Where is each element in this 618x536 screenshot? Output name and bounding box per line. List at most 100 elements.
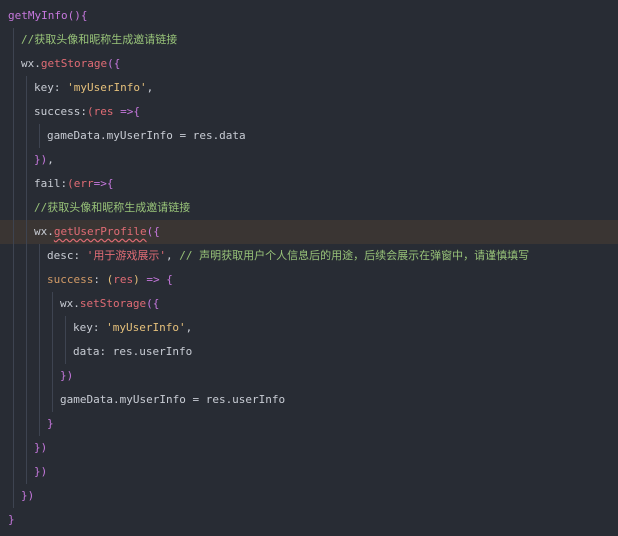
- indent-guide: [26, 124, 27, 148]
- code-line[interactable]: wx.getStorage({: [0, 52, 618, 76]
- indent-guide: [39, 316, 40, 340]
- code-token: fail: [34, 177, 61, 190]
- code-token: .: [34, 57, 41, 70]
- code-token: (res: [86, 105, 114, 118]
- code-line[interactable]: fail:(err=>{: [0, 172, 618, 196]
- code-line[interactable]: key: 'myUserInfo',: [0, 76, 618, 100]
- code-line[interactable]: }: [0, 412, 618, 436]
- code-text: desc: '用于游戏展示', // 声明获取用户个人信息后的用途，后续会展示在…: [47, 244, 529, 268]
- code-token: }: [8, 513, 15, 526]
- indent-guide: [39, 388, 40, 412]
- code-token: 'myUserInfo': [106, 321, 186, 334]
- code-token: getStorage: [40, 57, 108, 70]
- code-token: {: [166, 273, 173, 286]
- indent-guide: [13, 436, 14, 460]
- indent-guide: [13, 52, 14, 76]
- indent-guide: [13, 124, 14, 148]
- code-line[interactable]: wx.getUserProfile({: [0, 220, 618, 244]
- code-token: //获取头像和昵称生成邀请链接: [21, 33, 178, 46]
- indent-guide: [52, 292, 53, 316]
- code-token: .: [73, 297, 80, 310]
- code-token: }): [21, 489, 35, 502]
- indent-guide: [26, 316, 27, 340]
- indent-guide: [26, 364, 27, 388]
- code-line[interactable]: desc: '用于游戏展示', // 声明获取用户个人信息后的用途，后续会展示在…: [0, 244, 618, 268]
- indent-guide: [13, 316, 14, 340]
- code-line[interactable]: gameData.myUserInfo = res.data: [0, 124, 618, 148]
- code-token: setStorage: [79, 297, 147, 310]
- code-token: key: [34, 81, 54, 94]
- code-token: ,: [146, 81, 154, 94]
- code-line[interactable]: getMyInfo(){: [0, 4, 618, 28]
- indent-guide: [13, 292, 14, 316]
- code-text: }): [60, 364, 73, 388]
- indent-guide: [39, 268, 40, 292]
- code-text: }): [34, 436, 47, 460]
- code-text: success:(res =>{: [34, 100, 140, 124]
- code-token: '用于游戏展示': [86, 249, 166, 262]
- code-line[interactable]: }): [0, 460, 618, 484]
- code-token: 'myUserInfo': [67, 81, 147, 94]
- code-token: : res.userInfo: [99, 345, 193, 358]
- indent-guide: [26, 436, 27, 460]
- code-token: //获取头像和昵称生成邀请链接: [34, 201, 191, 214]
- code-token: ): [133, 273, 140, 286]
- code-line[interactable]: }: [0, 508, 618, 532]
- code-token: success: [47, 273, 94, 286]
- code-token: :: [93, 273, 107, 286]
- code-line[interactable]: success:(res =>{: [0, 100, 618, 124]
- code-line[interactable]: data: res.userInfo: [0, 340, 618, 364]
- code-text: fail:(err=>{: [34, 172, 114, 196]
- indent-guide: [65, 316, 66, 340]
- code-token: =>: [120, 105, 134, 118]
- code-line[interactable]: }),: [0, 148, 618, 172]
- indent-guide: [13, 100, 14, 124]
- code-text: getMyInfo(){: [8, 4, 87, 28]
- code-token: gameData.myUserInfo = res.data: [47, 129, 246, 142]
- code-token: }: [47, 417, 54, 430]
- code-text: wx.setStorage({: [60, 292, 159, 316]
- code-text: wx.getStorage({: [21, 52, 120, 76]
- code-text: }: [47, 412, 54, 436]
- indent-guide: [13, 484, 14, 508]
- indent-guide: [26, 460, 27, 484]
- code-token: ,: [166, 249, 180, 262]
- indent-guide: [26, 388, 27, 412]
- code-token: wx: [34, 225, 48, 238]
- code-line[interactable]: key: 'myUserInfo',: [0, 316, 618, 340]
- code-line[interactable]: wx.setStorage({: [0, 292, 618, 316]
- indent-guide: [26, 292, 27, 316]
- code-token: getUserProfile: [53, 225, 147, 238]
- indent-guide: [13, 364, 14, 388]
- code-text: gameData.myUserInfo = res.userInfo: [60, 388, 285, 412]
- indent-guide: [52, 364, 53, 388]
- code-token: ({: [107, 57, 121, 70]
- code-token: :: [53, 81, 68, 94]
- indent-guide: [52, 316, 53, 340]
- code-token: .: [47, 225, 54, 238]
- code-line[interactable]: }): [0, 436, 618, 460]
- code-line[interactable]: gameData.myUserInfo = res.userInfo: [0, 388, 618, 412]
- code-editor[interactable]: getMyInfo(){//获取头像和昵称生成邀请链接 wx.getStorage…: [0, 0, 618, 536]
- code-text: success: (res) => {: [47, 268, 173, 292]
- code-line[interactable]: //获取头像和昵称生成邀请链接: [0, 28, 618, 52]
- code-token: =>: [93, 177, 107, 190]
- code-line[interactable]: }): [0, 484, 618, 508]
- code-text: data: res.userInfo: [73, 340, 192, 364]
- indent-guide: [26, 268, 27, 292]
- indent-guide: [13, 244, 14, 268]
- code-line[interactable]: }): [0, 364, 618, 388]
- code-token: wx: [21, 57, 35, 70]
- indent-guide: [26, 172, 27, 196]
- code-line[interactable]: success: (res) => {: [0, 268, 618, 292]
- indent-guide: [52, 340, 53, 364]
- indent-guide: [26, 340, 27, 364]
- indent-guide: [13, 340, 14, 364]
- code-token: ({: [146, 225, 160, 238]
- code-token: desc: [47, 249, 74, 262]
- code-token: }): [34, 465, 48, 478]
- indent-guide: [39, 124, 40, 148]
- indent-guide: [26, 412, 27, 436]
- code-line[interactable]: //获取头像和昵称生成邀请链接: [0, 196, 618, 220]
- indent-guide: [13, 268, 14, 292]
